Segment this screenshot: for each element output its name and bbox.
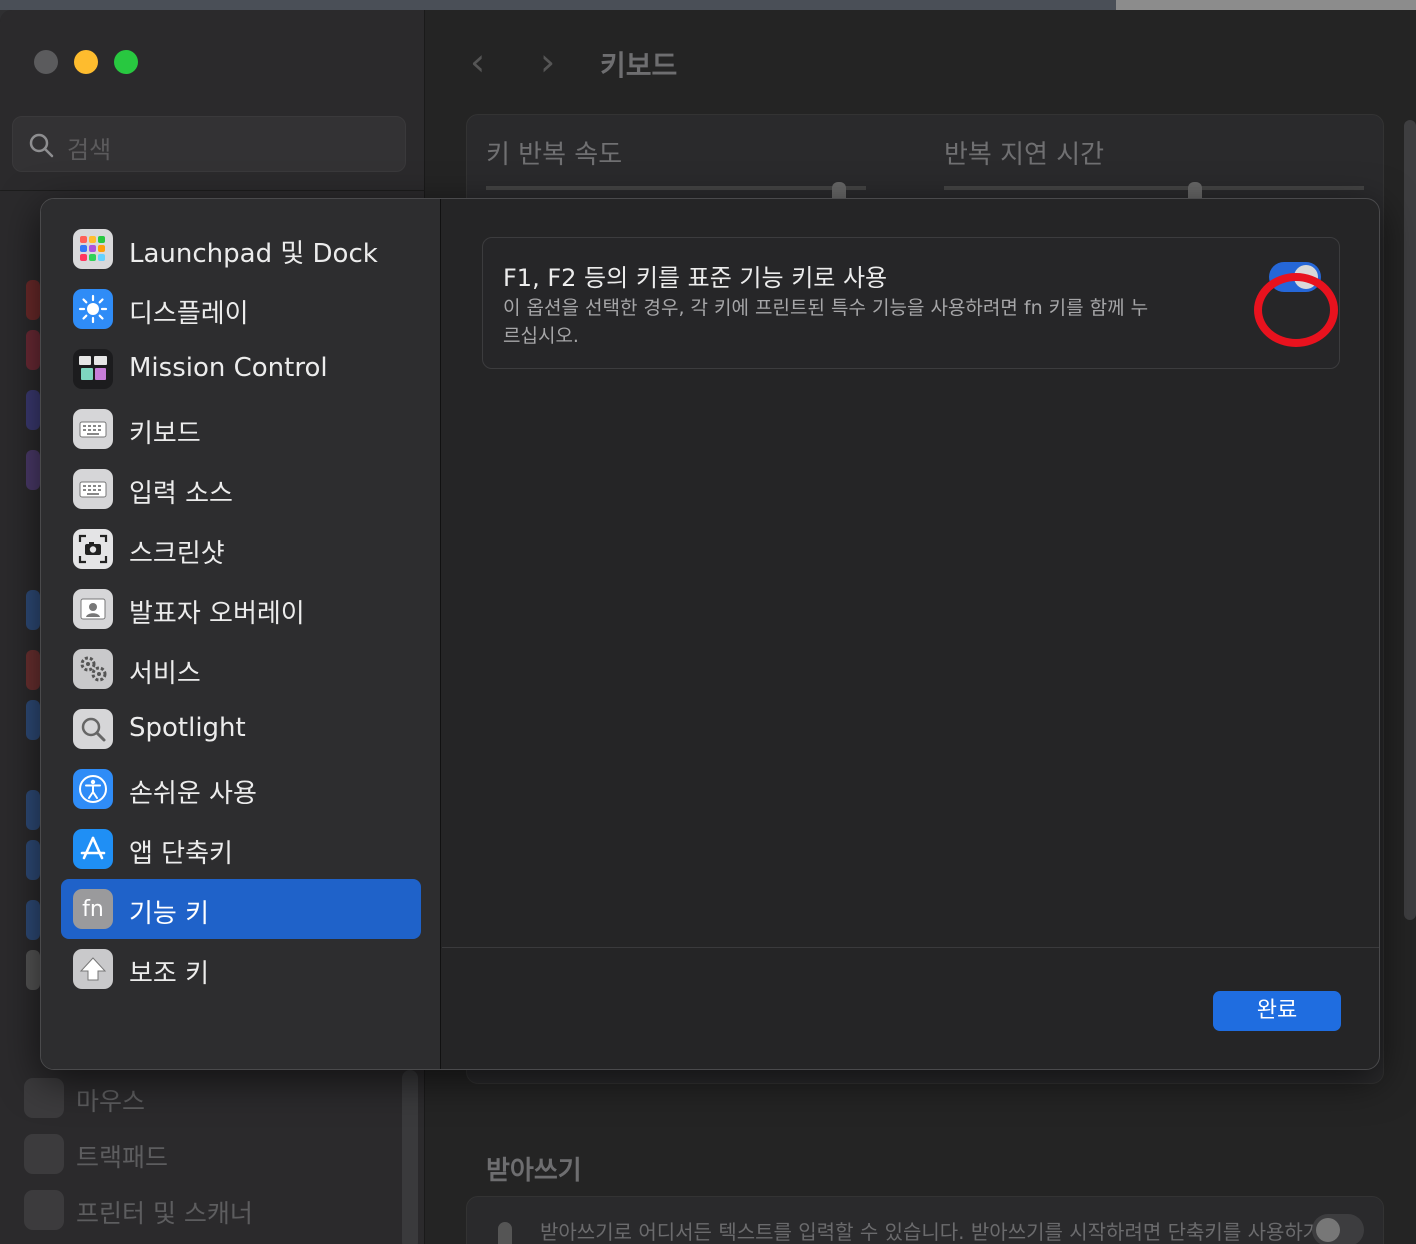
sidebar-item-trackpad[interactable]: 트랙패드: [24, 1132, 324, 1176]
keyboard-shortcuts-sheet: Launchpad 및 Dock 디스플레이 Mission Control 키…: [40, 198, 1380, 1070]
sidebar-item-mouse[interactable]: 마우스: [24, 1076, 324, 1120]
category-label: 키보드: [129, 419, 201, 449]
sidebar-ghost-icon: [26, 840, 40, 880]
category-label: Launchpad 및 Dock: [129, 239, 378, 269]
sidebar-ghost-icon: [26, 280, 40, 320]
app-shortcuts-icon: [73, 829, 113, 869]
category-label: 스크린샷: [129, 539, 225, 569]
category-presenter-overlay[interactable]: 발표자 오버레이: [61, 579, 421, 639]
sidebar-ghost-icon: [26, 700, 40, 740]
category-app-shortcuts[interactable]: 앱 단축키: [61, 819, 421, 879]
category-label: 손쉬운 사용: [129, 779, 257, 809]
key-repeat-label: 키 반복 속도: [486, 140, 623, 170]
function-keys-pane: F1, F2 등의 키를 표준 기능 키로 사용 이 옵션을 선택한 경우, 각…: [442, 199, 1379, 1069]
desktop-wallpaper-strip: [0, 0, 1416, 10]
sidebar-ghost-icon: [26, 650, 40, 690]
search-placeholder: 검색: [67, 136, 112, 164]
search-field[interactable]: 검색: [12, 116, 406, 172]
category-function-keys[interactable]: fn 기능 키: [61, 879, 421, 939]
category-label: 디스플레이: [129, 299, 249, 329]
page-title: 키보드: [600, 49, 678, 82]
category-accessibility[interactable]: 손쉬운 사용: [61, 759, 421, 819]
repeat-delay-label: 반복 지연 시간: [944, 140, 1105, 170]
mission-control-icon: [73, 349, 113, 389]
category-label: 보조 키: [129, 959, 210, 989]
category-label: Spotlight: [129, 713, 246, 743]
forward-button[interactable]: ›: [540, 40, 555, 84]
category-label: 서비스: [129, 659, 201, 689]
category-spotlight[interactable]: Spotlight: [61, 699, 421, 759]
dictation-description: 받아쓰기로 어디서든 텍스트를 입력할 수 있습니다. 받아쓰기를 시작하려면 …: [540, 1220, 1340, 1244]
category-screenshots[interactable]: 스크린샷: [61, 519, 421, 579]
input-sources-icon: [73, 469, 113, 509]
fn-keys-option-row: F1, F2 등의 키를 표준 기능 키로 사용 이 옵션을 선택한 경우, 각…: [482, 237, 1340, 369]
sidebar-divider: [0, 190, 425, 191]
sidebar-item-printers[interactable]: 프린터 및 스캐너: [24, 1188, 324, 1232]
main-scrollbar[interactable]: [1404, 120, 1416, 920]
sidebar-ghost-icon: [26, 450, 40, 490]
sidebar-ghost-icon: [26, 330, 40, 370]
sidebar-ghost-icon: [26, 950, 40, 990]
keyboard-icon: [73, 409, 113, 449]
dictation-section-title: 받아쓰기: [486, 1156, 582, 1186]
category-label: 발표자 오버레이: [129, 599, 305, 629]
sidebar-item-label: 프린터 및 스캐너: [76, 1199, 253, 1228]
category-keyboard[interactable]: 키보드: [61, 399, 421, 459]
repeat-delay-slider[interactable]: [944, 186, 1364, 190]
printer-icon: [24, 1190, 64, 1230]
footer-divider: [442, 947, 1379, 948]
category-label: 입력 소스: [129, 479, 233, 509]
trackpad-icon: [24, 1134, 64, 1174]
microphone-icon: [498, 1222, 512, 1244]
zoom-window-button[interactable]: [114, 50, 138, 74]
accessibility-icon: [73, 769, 113, 809]
services-icon: [73, 649, 113, 689]
category-label: 기능 키: [129, 899, 210, 929]
spotlight-icon: [73, 709, 113, 749]
launchpad-icon: [73, 229, 113, 269]
presenter-overlay-icon: [73, 589, 113, 629]
category-display[interactable]: 디스플레이: [61, 279, 421, 339]
fn-keys-option-title: F1, F2 등의 키를 표준 기능 키로 사용: [503, 264, 888, 292]
category-services[interactable]: 서비스: [61, 639, 421, 699]
minimize-window-button[interactable]: [74, 50, 98, 74]
sidebar-ghost-icon: [26, 790, 40, 830]
sidebar-scrollbar[interactable]: [402, 1070, 418, 1244]
screenshot-icon: [73, 529, 113, 569]
back-button[interactable]: ‹: [470, 40, 485, 84]
category-label: Mission Control: [129, 353, 328, 383]
sidebar-item-label: 마우스: [76, 1087, 146, 1116]
search-icon: [29, 133, 54, 158]
modifier-keys-icon: [73, 949, 113, 989]
key-repeat-slider[interactable]: [486, 186, 866, 190]
dictation-toggle[interactable]: [1312, 1214, 1364, 1244]
annotation-highlight-circle: [1254, 273, 1338, 347]
sidebar-ghost-icon: [26, 900, 40, 940]
category-launchpad-dock[interactable]: Launchpad 및 Dock: [61, 219, 421, 279]
category-modifier-keys[interactable]: 보조 키: [61, 939, 421, 999]
close-window-button[interactable]: [34, 50, 58, 74]
sidebar-ghost-icon: [26, 590, 40, 630]
fn-icon-text: fn: [82, 896, 104, 922]
mouse-icon: [24, 1078, 64, 1118]
fn-icon: fn: [73, 889, 113, 929]
sidebar-ghost-icon: [26, 390, 40, 430]
done-button[interactable]: 완료: [1213, 991, 1341, 1031]
category-label: 앱 단축키: [129, 839, 233, 869]
fn-keys-option-description: 이 옵션을 선택한 경우, 각 키에 프린트된 특수 기능을 사용하려면 fn …: [503, 297, 1149, 347]
sidebar-item-label: 트랙패드: [76, 1143, 169, 1172]
display-icon: [73, 289, 113, 329]
category-input-sources[interactable]: 입력 소스: [61, 459, 421, 519]
shortcuts-category-list: Launchpad 및 Dock 디스플레이 Mission Control 키…: [41, 199, 441, 1069]
category-mission-control[interactable]: Mission Control: [61, 339, 421, 399]
